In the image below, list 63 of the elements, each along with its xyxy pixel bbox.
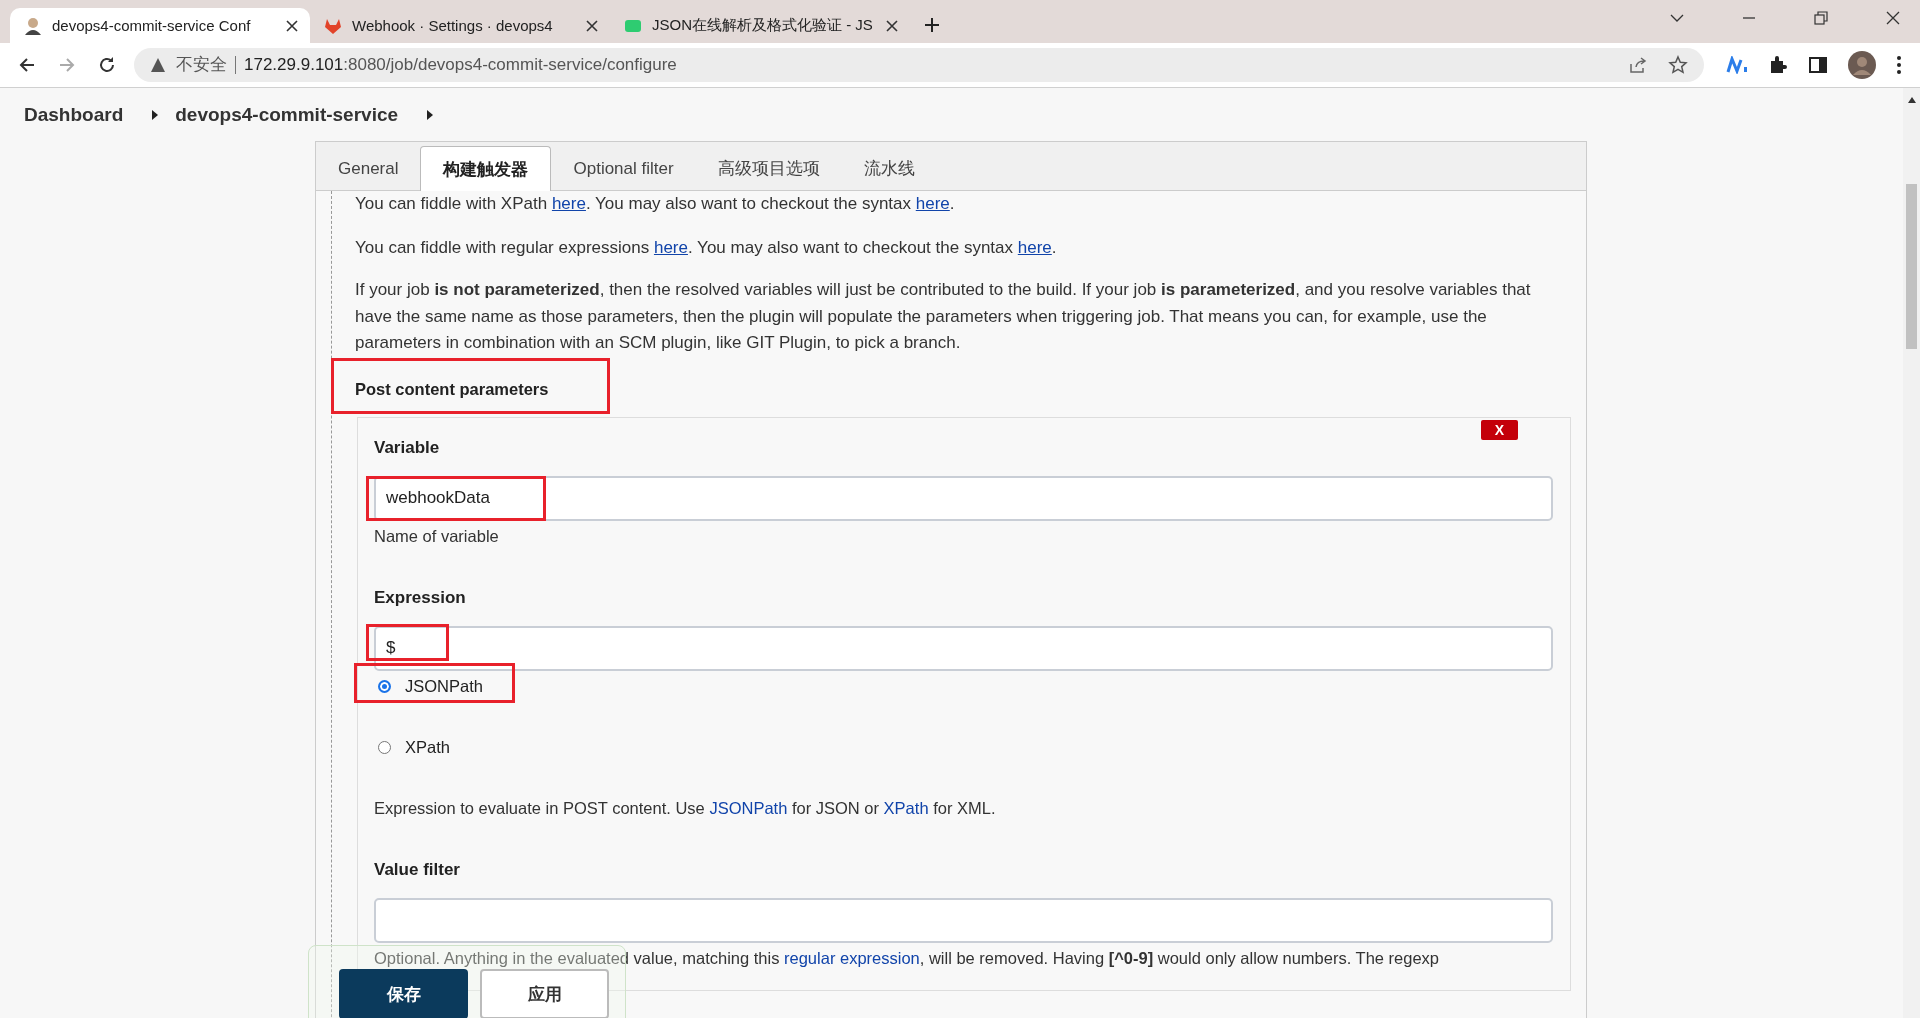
back-icon[interactable] (18, 56, 36, 74)
help-link[interactable]: here (653, 238, 688, 257)
config-tab[interactable]: 高级项目选项 (695, 148, 842, 190)
close-icon[interactable] (586, 19, 598, 32)
help-link[interactable]: here (1017, 238, 1052, 257)
browser-tab[interactable]: devops4-commit-service Conf (10, 8, 310, 43)
help-link[interactable]: here (551, 194, 586, 213)
help-link[interactable]: here (915, 194, 950, 213)
help-text: You can fiddle with regular expressions here. You may also want to checkout the syntax here. (355, 237, 1058, 259)
person-icon (24, 16, 42, 35)
radio-label[interactable]: XPath (405, 738, 450, 757)
breadcrumb-link[interactable]: devops4-commit-service (175, 103, 399, 126)
field-label: Value filter (374, 858, 461, 881)
chevron-icon[interactable] (1670, 12, 1684, 23)
reload-icon[interactable] (98, 56, 116, 74)
close-icon[interactable] (1886, 10, 1900, 25)
browser-tab[interactable]: JSON在线解析及格式化验证 - JS (610, 8, 910, 43)
star-icon[interactable] (1668, 55, 1688, 75)
expression-field[interactable]: $ (374, 625, 1553, 671)
help-text: If your job is not parameterized, then the resolved variables will just be contributed to the build. If your job is parameterized, and you resolve variables that have the same name as those parameters, then the plugin will populate the parameters when triggering job. That means you can, for example, use the parameters in combination with an SCM plugin, like GIT Plugin, to pick a branch. (355, 279, 1532, 354)
config-tab[interactable]: 构建触发器 (420, 146, 552, 191)
address-bar[interactable]: 不安全 172.29.9.101:8080/job/devops4-commit-service/configure (134, 48, 1704, 82)
caret-icon[interactable] (426, 109, 435, 120)
help-link[interactable]: XPath (883, 798, 929, 817)
wave-icon[interactable] (1726, 56, 1748, 74)
field-label: Variable (374, 436, 441, 459)
radio-button[interactable] (378, 680, 391, 693)
caret-icon[interactable] (151, 109, 160, 120)
radio-label[interactable]: JSONPath (405, 677, 483, 696)
config-tab[interactable]: General (316, 148, 421, 190)
share-icon[interactable] (1628, 55, 1648, 75)
close-icon[interactable] (886, 19, 898, 32)
help-text: Expression to evaluate in POST content. Use JSONPath for JSON or XPath for XML. (374, 797, 997, 819)
config-tab[interactable]: Optional filter (551, 148, 696, 190)
close-icon[interactable] (286, 19, 298, 32)
help-link[interactable]: JSONPath (709, 798, 788, 817)
save-button[interactable]: 保存 (339, 969, 468, 1018)
scroll-thumb[interactable] (1906, 184, 1917, 349)
help-link[interactable]: regular expression (784, 948, 920, 967)
scroll-up-icon[interactable] (1906, 96, 1917, 104)
breadcrumb-link[interactable]: Dashboard (24, 103, 124, 126)
side-panel-icon[interactable] (1808, 55, 1828, 75)
warning-icon[interactable] (150, 57, 166, 73)
scrollbar[interactable] (1903, 88, 1920, 1018)
variable-field[interactable]: webhookData (374, 475, 1553, 521)
section-title: Post content parameters (355, 376, 549, 401)
field-label: Expression (374, 586, 467, 609)
extensions-icon[interactable] (1768, 55, 1788, 75)
apply-button[interactable]: 应用 (480, 969, 609, 1018)
help-text: Name of variable (374, 525, 500, 547)
help-text: Optional. Anything in the evaluated value, matching this regular expression, will be removed. Having [^0-9] would only allow numbers. The regexp (374, 947, 1441, 969)
config-tab[interactable]: 流水线 (841, 148, 937, 190)
delete-button[interactable]: X (1481, 419, 1518, 440)
radio-button[interactable] (378, 741, 391, 754)
browser-tab[interactable]: Webhook · Settings · devops4 (310, 8, 610, 43)
url-text: 172.29.9.101:8080/job/devops4-commit-service/configure (244, 55, 677, 75)
help-text: You can fiddle with XPath here. You may also want to checkout the syntax here. (355, 193, 956, 215)
value-filter-field[interactable] (374, 897, 1553, 943)
more-icon[interactable] (1896, 55, 1902, 75)
avatar-icon[interactable] (1848, 51, 1876, 79)
security-label: 不安全 (176, 56, 236, 74)
restore-icon[interactable] (1814, 10, 1828, 25)
new-tab-icon[interactable] (924, 17, 940, 33)
